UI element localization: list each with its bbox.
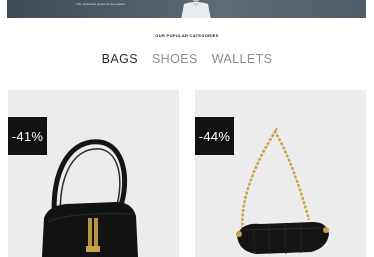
- hero-section: The must-have pieces for the season: [0, 0, 374, 22]
- tab-wallets[interactable]: WALLETS: [212, 51, 273, 67]
- category-tabs: BAGS SHOES WALLETS: [0, 51, 374, 67]
- product-card[interactable]: -41%: [8, 90, 179, 257]
- hero-banner[interactable]: The must-have pieces for the season: [7, 0, 366, 18]
- product-card[interactable]: -44%: [195, 90, 366, 257]
- discount-badge: -41%: [8, 117, 47, 155]
- black-chain-bag-image: [236, 127, 329, 255]
- hero-tagline: The must-have pieces for the season: [76, 2, 126, 6]
- discount-badge: -44%: [195, 117, 234, 155]
- tab-bags[interactable]: BAGS: [102, 51, 138, 67]
- hero-model-image: [181, 0, 211, 18]
- black-shoulder-bag-image: [42, 139, 138, 257]
- tab-shoes[interactable]: SHOES: [152, 51, 198, 67]
- categories-heading: OUR POPULAR CATEGORIES: [155, 33, 219, 38]
